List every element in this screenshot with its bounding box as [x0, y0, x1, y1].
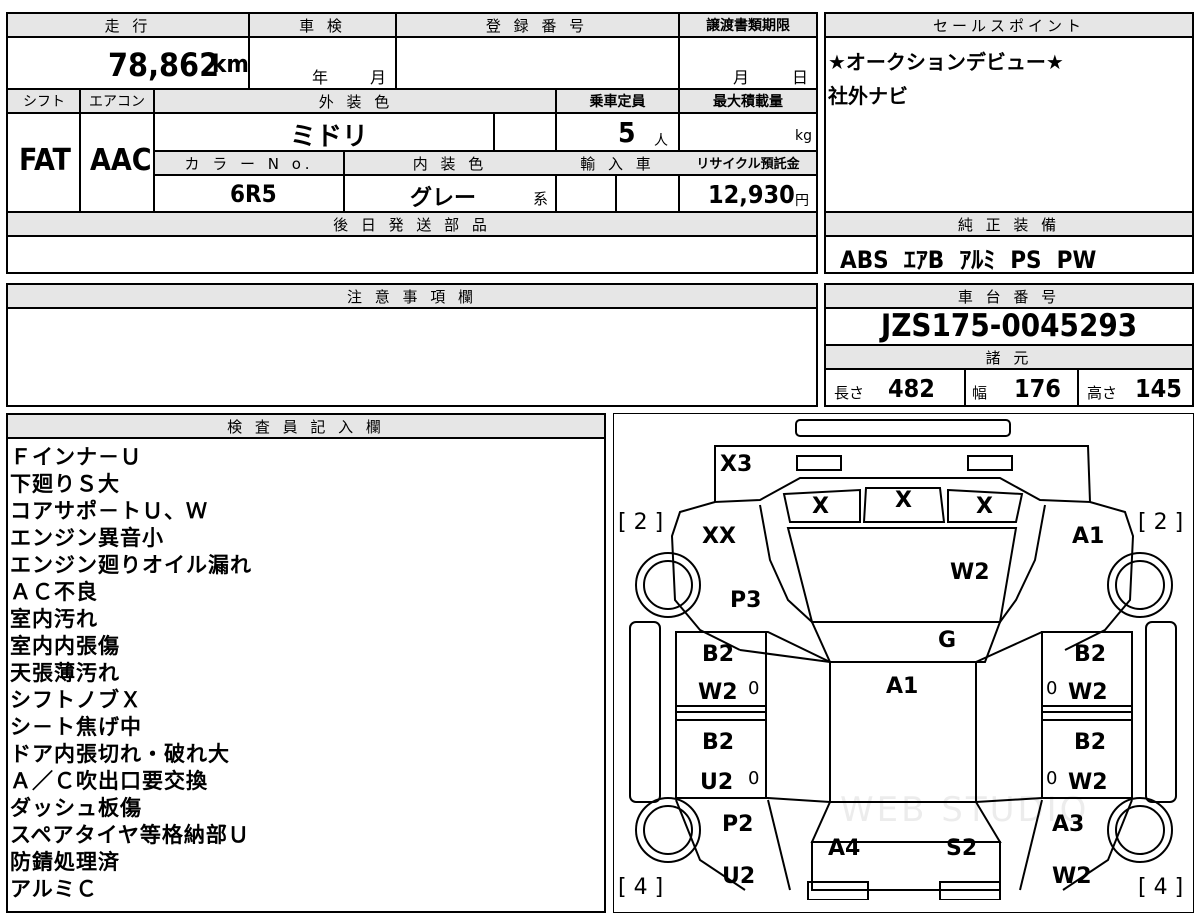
damage-mark: X — [895, 488, 912, 513]
damage-mark: B2 — [1074, 642, 1107, 667]
tire-rr-mark: [ 4 ] — [1138, 875, 1184, 900]
damage-mark: A1 — [886, 674, 919, 699]
damage-mark: 0 — [1046, 768, 1058, 789]
watermark: WEB STUDIO — [840, 790, 1090, 830]
damage-mark: W2 — [1068, 680, 1108, 705]
damage-mark: B2 — [1074, 730, 1107, 755]
damage-mark: X — [812, 494, 829, 519]
damage-mark: B2 — [702, 730, 735, 755]
damage-mark: X — [976, 494, 993, 519]
damage-mark: B2 — [702, 642, 735, 667]
damage-mark: W2 — [950, 560, 990, 585]
damage-mark: 0 — [748, 678, 760, 699]
damage-mark: P2 — [722, 812, 754, 837]
tire-rl-mark: [ 4 ] — [618, 875, 664, 900]
damage-mark: 0 — [1046, 678, 1058, 699]
damage-mark: G — [938, 628, 957, 653]
damage-mark: A4 — [828, 836, 861, 861]
tire-fr-mark: [ 2 ] — [1138, 510, 1184, 535]
damage-mark: P3 — [730, 588, 762, 613]
damage-mark: 0 — [748, 768, 760, 789]
damage-mark: A1 — [1072, 524, 1105, 549]
damage-mark: W2 — [1052, 864, 1092, 889]
damage-mark: U2 — [700, 770, 734, 795]
damage-mark: U2 — [722, 864, 756, 889]
tire-fl-mark: [ 2 ] — [618, 510, 664, 535]
damage-mark: X3 — [720, 452, 753, 477]
damage-mark: W2 — [698, 680, 738, 705]
damage-mark: XX — [702, 524, 736, 549]
car-diagram-outline — [629, 419, 1177, 900]
damage-mark: S2 — [946, 836, 978, 861]
